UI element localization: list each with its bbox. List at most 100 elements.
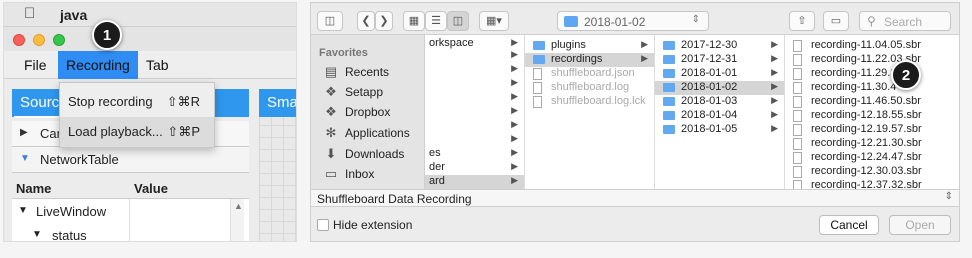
forward-button[interactable]: ❯ [375,11,393,31]
list-item[interactable]: 2018-01-02 ▶ [655,81,784,95]
list-item[interactable]: 2017-12-30 ▶ [655,39,784,53]
icon-view-button[interactable]: ▦ [403,11,425,31]
menu-recording[interactable]: Recording [58,51,138,79]
small-tab-label: Sma [267,94,297,111]
cancel-button[interactable]: Cancel [819,215,879,235]
sidebar-item-label: Setapp [345,85,384,99]
group-button[interactable]: ▦▾ [479,11,509,31]
list-item[interactable]: 2018-01-01 ▶ [655,67,784,81]
apple-icon[interactable]:  [24,5,35,22]
list-item[interactable]: recording-11.29.1 [785,67,959,81]
column-header-value[interactable]: Value [134,181,168,196]
list-item[interactable]: ▶ [425,119,524,133]
sidebar-heading: Favorites [319,47,368,59]
zoom-window-button[interactable] [53,34,65,46]
search-field[interactable]: ⚲ Search [859,11,951,31]
path-popup[interactable]: 2018-01-02 ⇕ [557,11,709,31]
browser-column-shuffleboard: plugins ▶ recordings ▶ shuffleboard.json s… [525,35,655,189]
shuffleboard-window:  java File Recording Tab Sourc ▶ Cam ▼ … [3,2,297,242]
step-badge-2: 2 [891,60,921,90]
search-icon: ⚲ [867,14,876,28]
tree-item-networktable[interactable]: ▼ NetworkTable [12,147,249,173]
list-item[interactable]: recording-11.04.05.sbr [785,39,959,53]
list-item[interactable]: ▶ [425,133,524,147]
chevron-right-icon: ▶ [511,63,518,73]
list-item[interactable]: recording-12.24.47.sbr [785,151,959,165]
chevron-right-icon: ▶ [511,147,518,157]
list-item[interactable]: recording-12.37.32.sbr [785,179,959,189]
list-item[interactable]: recording-12.21.30.sbr [785,137,959,151]
mac-menubar:  java [4,3,296,27]
file-type-filter[interactable]: Shuffleboard Data Recording ⇕ [311,189,959,207]
list-item[interactable]: ▶ [425,49,524,63]
list-item[interactable]: ard ▶ [425,175,524,189]
list-item[interactable]: 2018-01-04 ▶ [655,109,784,123]
chevron-right-icon: ▶ [511,37,518,47]
list-item[interactable]: 2017-12-31 ▶ [655,53,784,67]
expand-arrow-icon[interactable]: ▶ [20,127,28,138]
chevron-right-icon: ▶ [771,39,778,49]
small-tab[interactable]: Sma [259,89,297,117]
menu-tab[interactable]: Tab [138,51,177,79]
table-row[interactable]: ▼ status [12,225,129,241]
open-button[interactable]: Open [889,215,951,235]
list-item[interactable]: 2018-01-03 ▶ [655,95,784,109]
collapse-arrow-icon[interactable]: ▼ [32,229,42,240]
minimize-window-button[interactable] [33,34,45,46]
chevron-right-icon: ▶ [771,53,778,63]
sidebar-item-label: Applications [345,126,410,140]
list-item[interactable]: ▶ [425,63,524,77]
chevron-right-icon: ▶ [511,133,518,143]
tag-button[interactable]: ▭ [823,11,849,31]
list-view-button[interactable]: ☰ [425,11,447,31]
browser-column-files: recording-11.04.05.sbr recording-11.22.0… [785,35,959,189]
sidebar-item-label: Inbox [345,167,375,181]
table-row[interactable]: ▼ LiveWindow [12,201,129,223]
chevron-right-icon: ▶ [771,67,778,77]
menu-item-load-playback[interactable]: Load playback... ⇧⌘P [60,117,214,147]
list-icon: ☰ [431,15,441,27]
collapse-arrow-icon[interactable]: ▼ [20,153,30,164]
file-open-dialog: ◫ ❮ ❯ ▦ ☰ ◫ ▦▾ 2018-01-02 ⇕ ⇧ ▭ ⚲ Search… [310,2,960,242]
menu-item-shortcut: ⇧⌘R [166,94,200,109]
folder-icon [663,69,675,78]
list-item[interactable]: ▶ [425,105,524,119]
scroll-up-icon[interactable]: ▲ [234,201,243,211]
list-item[interactable]: recordings ▶ [525,53,654,67]
menu-file[interactable]: File [16,51,55,79]
list-item[interactable]: plugins ▶ [525,39,654,53]
list-item[interactable]: es ▶ [425,147,524,161]
list-item[interactable]: 2018-01-05 ▶ [655,123,784,137]
list-item[interactable]: recording-11.30.4 [785,81,959,95]
vertical-scrollbar[interactable]: ▲ [230,199,244,241]
folder-icon [533,41,545,50]
chevron-right-icon: ▶ [641,53,648,63]
list-item[interactable]: ▶ [425,77,524,91]
chevron-right-icon: ▶ [511,91,518,101]
table-header: Name Value [12,179,249,199]
document-icon [533,82,542,94]
document-icon [793,180,802,189]
list-item[interactable]: der ▶ [425,161,524,175]
share-button[interactable]: ⇧ [789,11,815,31]
list-item[interactable]: recording-11.22.03.sbr [785,53,959,67]
list-item[interactable]: recording-11.46.50.sbr [785,95,959,109]
list-item[interactable]: ▶ [425,91,524,105]
hide-extension-checkbox[interactable] [317,219,329,231]
document-icon [793,166,802,178]
window-titlebar [4,27,296,51]
close-window-button[interactable] [13,34,25,46]
recording-dropdown-menu: Stop recording ⇧⌘R Load playback... ⇧⌘P [59,82,215,148]
recents-icon: ▤ [324,64,338,79]
column-view-button[interactable]: ◫ [447,11,469,31]
favorites-sidebar: Favorites ▤ Recents ❖ Setapp ❖ Dropbox ✻… [311,35,425,189]
sidebar-toggle-button[interactable]: ◫ [317,11,343,31]
list-item[interactable]: recording-12.18.55.sbr [785,109,959,123]
column-header-name[interactable]: Name [16,181,51,196]
list-item[interactable]: recording-12.19.57.sbr [785,123,959,137]
folder-icon [663,83,675,92]
menu-item-stop-recording[interactable]: Stop recording ⇧⌘R [60,87,214,117]
back-button[interactable]: ❮ [357,11,375,31]
collapse-arrow-icon[interactable]: ▼ [18,205,28,216]
list-item[interactable]: recording-12.30.03.sbr [785,165,959,179]
